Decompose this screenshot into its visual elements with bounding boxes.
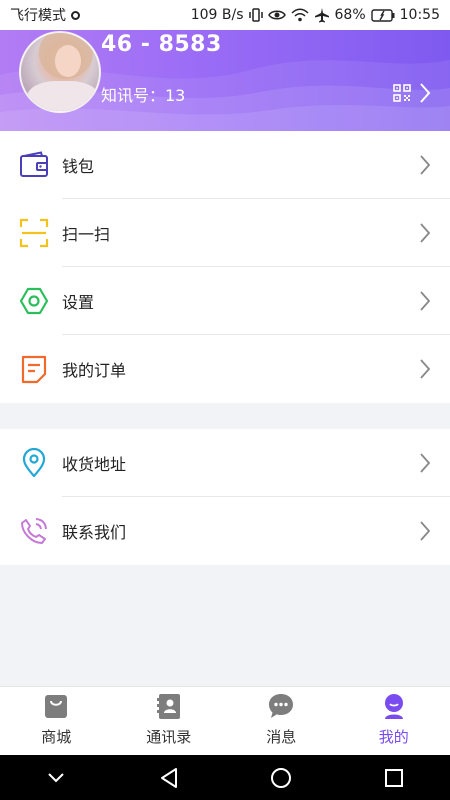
bottom-tab-bar: 商城 通讯录 消息 我的 bbox=[0, 686, 450, 755]
nav-back-button[interactable] bbox=[156, 765, 182, 791]
menu-item-scan[interactable]: 扫一扫 bbox=[0, 199, 450, 267]
location-status-icon bbox=[71, 10, 80, 20]
phone-icon bbox=[19, 516, 49, 546]
menu-label-orders: 我的订单 bbox=[62, 361, 127, 380]
menu-item-address[interactable]: 收货地址 bbox=[0, 429, 450, 497]
menu-label-wallet: 钱包 bbox=[62, 157, 95, 176]
status-bar: 飞行模式 109 B/s 68% 10:55 bbox=[0, 0, 450, 30]
tab-label-shop: 商城 bbox=[41, 728, 72, 746]
chevron-right-icon bbox=[420, 453, 431, 473]
system-nav-bar bbox=[0, 755, 450, 800]
tab-me[interactable]: 我的 bbox=[338, 687, 450, 755]
me-icon bbox=[384, 694, 403, 719]
tab-label-contacts: 通讯录 bbox=[146, 728, 192, 746]
eye-icon bbox=[267, 10, 286, 20]
settings-hexagon-icon bbox=[19, 286, 49, 316]
chevron-down-icon bbox=[48, 772, 64, 782]
shop-bag-icon bbox=[45, 695, 68, 718]
battery-percent: 68% bbox=[334, 7, 366, 23]
nav-home-button[interactable] bbox=[268, 765, 294, 791]
menu-group-secondary: 收货地址 联系我们 bbox=[0, 429, 450, 565]
scan-icon bbox=[19, 218, 49, 248]
menu-group-main: 钱包 扫一扫 设置 我的订单 bbox=[0, 131, 450, 403]
chevron-right-icon bbox=[420, 155, 431, 175]
avatar[interactable] bbox=[19, 31, 101, 113]
battery-icon bbox=[370, 8, 395, 22]
menu-item-wallet[interactable]: 钱包 bbox=[0, 131, 450, 199]
chevron-right-icon[interactable] bbox=[419, 82, 431, 104]
tab-label-messages: 消息 bbox=[266, 728, 297, 746]
tab-messages[interactable]: 消息 bbox=[225, 687, 338, 755]
tab-shop[interactable]: 商城 bbox=[0, 687, 113, 755]
tab-contacts[interactable]: 通讯录 bbox=[113, 687, 226, 755]
wifi-icon bbox=[290, 8, 309, 22]
airplane-mode-text: 飞行模式 bbox=[10, 8, 66, 24]
chevron-right-icon bbox=[420, 291, 431, 311]
qr-code-icon[interactable] bbox=[393, 84, 411, 102]
user-id: 知讯号：13 bbox=[101, 86, 186, 105]
nav-collapse-button[interactable] bbox=[43, 765, 69, 791]
back-triangle-icon bbox=[160, 767, 177, 788]
location-pin-icon bbox=[19, 448, 49, 478]
vibrate-icon bbox=[248, 8, 263, 22]
menu-item-settings[interactable]: 设置 bbox=[0, 267, 450, 335]
chevron-right-icon bbox=[420, 359, 431, 379]
chevron-right-icon bbox=[420, 223, 431, 243]
wallet-icon bbox=[19, 150, 49, 180]
menu-label-contact-us: 联系我们 bbox=[62, 523, 127, 542]
airplane-icon bbox=[314, 8, 329, 23]
menu-label-settings: 设置 bbox=[62, 293, 95, 312]
menu-item-orders[interactable]: 我的订单 bbox=[0, 335, 450, 403]
recents-square-icon bbox=[384, 768, 403, 787]
chevron-right-icon bbox=[420, 521, 431, 541]
nav-recents-button[interactable] bbox=[381, 765, 407, 791]
menu-item-contact-us[interactable]: 联系我们 bbox=[0, 497, 450, 565]
clock-time: 10:55 bbox=[399, 7, 440, 23]
menu-label-address: 收货地址 bbox=[62, 455, 127, 474]
tab-label-me: 我的 bbox=[378, 728, 409, 746]
user-name: 46 - 8583 bbox=[101, 32, 222, 57]
menu-label-scan: 扫一扫 bbox=[62, 225, 111, 244]
order-icon bbox=[19, 354, 49, 384]
network-speed: 109 B/s bbox=[190, 7, 244, 23]
message-icon bbox=[269, 694, 294, 718]
home-circle-icon bbox=[271, 767, 292, 788]
contacts-icon bbox=[156, 694, 180, 719]
